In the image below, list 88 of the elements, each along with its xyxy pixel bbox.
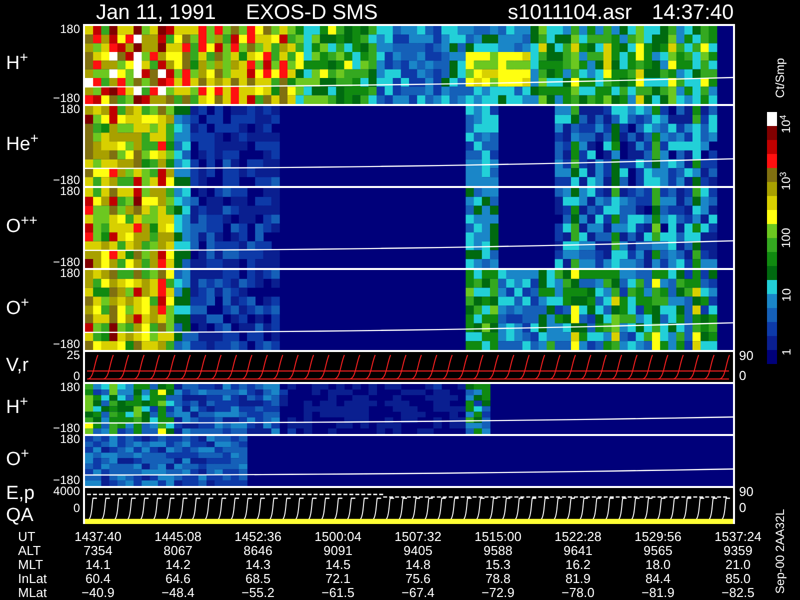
table-cell-text: 7354	[82, 544, 114, 558]
table-cell-text: 15.3	[484, 558, 512, 572]
axis-tick-label: 0	[73, 503, 80, 514]
panel-label: O$^{+}$	[6, 298, 30, 320]
table-cell-text: 9641	[562, 544, 594, 558]
table-cell-text: 9359	[722, 544, 754, 558]
table-cell-text: 14.1	[84, 558, 112, 572]
table-cell-text: 81.9	[564, 572, 592, 586]
colorbar-unit: Ct/Smp	[772, 58, 788, 98]
colorbar-tick-label: 10	[780, 288, 792, 302]
table-cell-text: −78.0	[560, 586, 596, 600]
table-cell-text: 1507:32	[394, 530, 442, 544]
table-cell-text: 85.0	[724, 572, 752, 586]
table-cell-text: 9091	[322, 544, 354, 558]
axis-tick-label: −180	[52, 339, 80, 350]
table-cell-text: −61.5	[320, 586, 356, 600]
title-date: Jan 11, 1991	[96, 2, 216, 24]
axis-tick-label: 25	[66, 350, 80, 361]
panel-label: V,r	[6, 355, 29, 377]
table-cell-text: 84.4	[644, 572, 672, 586]
table-cell-text: 1515:00	[474, 530, 522, 544]
table-cell-text: 9405	[402, 544, 434, 558]
axis-tick-label: 4000	[53, 486, 80, 497]
table-cell-text: 1522:28	[554, 530, 602, 544]
axis-tick-label: 180	[60, 24, 80, 35]
colorbar-tick-label: 100	[780, 228, 792, 248]
axis-tick-label: 180	[60, 434, 80, 445]
table-cell-text: 72.1	[324, 572, 352, 586]
table-cell-text: 1445:08	[154, 530, 202, 544]
table-cell-text: 14.8	[404, 558, 432, 572]
axis-tick-label: 0	[73, 371, 80, 382]
table-cell-text: 64.6	[164, 572, 192, 586]
time-label: 14:37:40	[652, 2, 734, 24]
table-cell-text: 78.8	[484, 572, 512, 586]
table-cell-text: −82.5	[720, 586, 756, 600]
table-cell-text: 1500:04	[314, 530, 362, 544]
panel-label: E,p	[6, 483, 35, 505]
row-label: InLat	[18, 572, 48, 586]
table-cell-text: 1437:40	[74, 530, 122, 544]
row-label: MLT	[18, 558, 44, 572]
axis-tick-label: −180	[52, 257, 80, 268]
axis-tick-label: −180	[52, 475, 80, 486]
table-cell-text: 9588	[482, 544, 514, 558]
axis-tick-label: −180	[52, 423, 80, 434]
table-cell-text: 16.2	[564, 558, 592, 572]
panel-label: O$^{++}$	[6, 216, 38, 238]
file-name: s1011104.asr	[508, 2, 632, 24]
axis-tick-label: 0	[739, 502, 748, 514]
table-cell-text: −81.9	[640, 586, 676, 600]
table-cell-text: 75.6	[404, 572, 432, 586]
table-cell-text: −48.4	[160, 586, 196, 600]
row-label: UT	[18, 530, 36, 544]
table-cell-text: −67.4	[400, 586, 436, 600]
footer-code: Sep-00 2AA32L	[772, 509, 788, 594]
panel-label: QA	[6, 505, 34, 527]
axis-tick-label: 180	[60, 104, 80, 115]
panel-label: He$^{+}$	[6, 134, 39, 156]
table-cell-text: 14.3	[244, 558, 272, 572]
table-cell-text: −55.2	[240, 586, 276, 600]
axis-tick-label: 90	[739, 486, 754, 498]
axis-tick-label: 180	[60, 268, 80, 279]
instrument-name: EXOS-D SMS	[246, 2, 378, 24]
panel-label: H$^{+}$	[6, 53, 28, 75]
table-cell-text: 14.5	[324, 558, 352, 572]
axis-tick-label: 180	[60, 382, 80, 393]
table-cell-text: 1452:36	[234, 530, 282, 544]
table-cell-text: 68.5	[244, 572, 272, 586]
table-cell-text: 8646	[242, 544, 274, 558]
panel-label: H$^{+}$	[6, 397, 28, 419]
row-label: ALT	[18, 544, 42, 558]
table-cell-text: 1529:56	[634, 530, 682, 544]
row-label: MLat	[18, 586, 48, 600]
axis-tick-label: 90	[739, 350, 754, 362]
axis-tick-label: 180	[60, 186, 80, 197]
table-cell-text: 60.4	[84, 572, 112, 586]
table-cell-text: −72.9	[480, 586, 516, 600]
colorbar-tick-label: 1	[780, 348, 792, 356]
table-cell-text: 21.0	[724, 558, 752, 572]
table-cell-text: 18.0	[644, 558, 672, 572]
table-cell-text: 8067	[162, 544, 194, 558]
axis-tick-label: −180	[52, 175, 80, 186]
table-cell-text: 1537:24	[714, 530, 762, 544]
axis-tick-label: −180	[52, 93, 80, 104]
panel-label: O$^{+}$	[6, 449, 30, 471]
axis-tick-label: 0	[739, 370, 748, 382]
table-cell-text: 9565	[642, 544, 674, 558]
table-cell-text: 14.2	[164, 558, 192, 572]
table-cell-text: −40.9	[80, 586, 116, 600]
